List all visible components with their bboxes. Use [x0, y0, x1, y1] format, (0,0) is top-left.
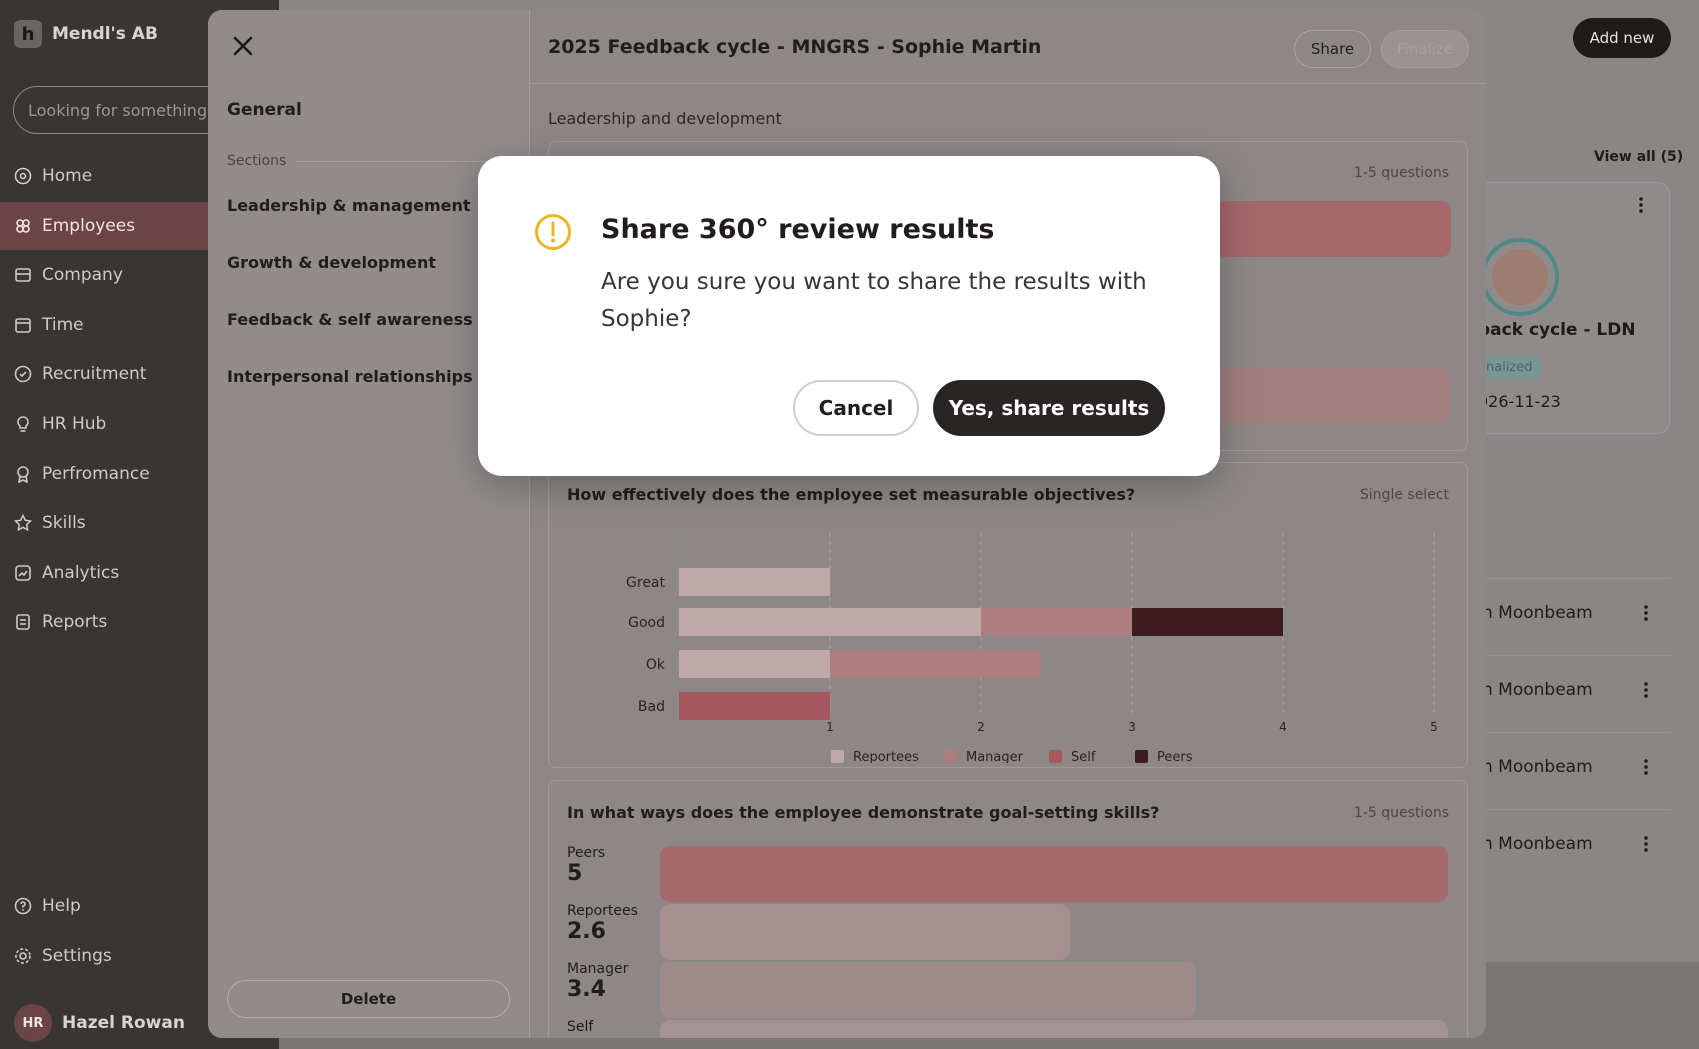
- confirm-share-button[interactable]: Yes, share results: [933, 380, 1165, 436]
- dialog-title: Share 360° review results: [601, 214, 995, 245]
- cancel-button[interactable]: Cancel: [793, 380, 919, 436]
- warning-icon: [535, 214, 571, 250]
- dialog-message: Are you sure you want to share the resul…: [601, 269, 1147, 332]
- share-results-dialog: Share 360° review results Are you sure y…: [478, 156, 1220, 476]
